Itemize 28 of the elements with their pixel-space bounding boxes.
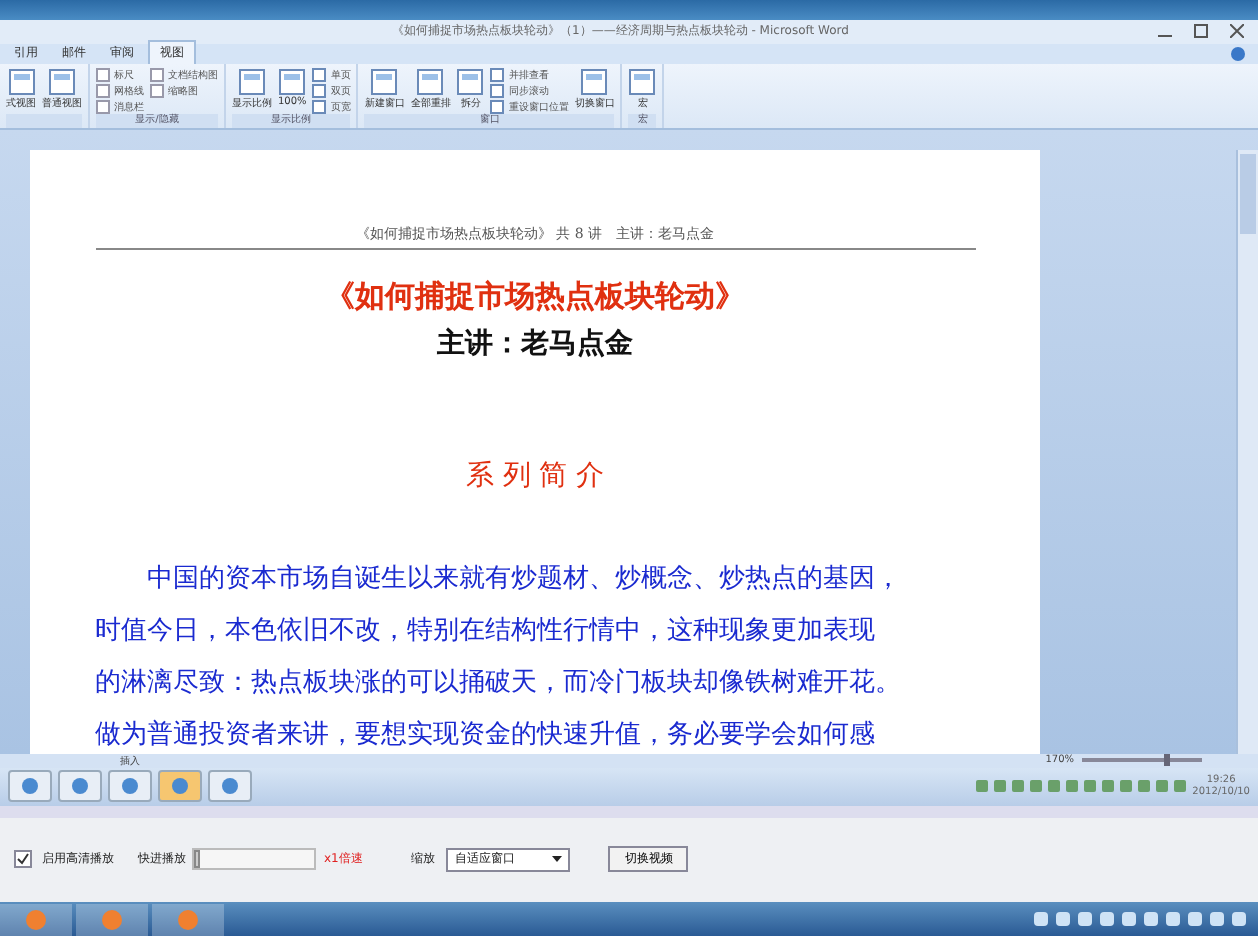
checkbox[interactable] — [96, 67, 110, 82]
slider-thumb[interactable] — [194, 850, 200, 869]
close-icon[interactable] — [1230, 23, 1246, 40]
taskbar-button[interactable] — [152, 903, 224, 936]
checkbox[interactable] — [14, 850, 32, 869]
checkbox[interactable] — [96, 83, 110, 98]
zoom-slider-thumb[interactable] — [1164, 754, 1170, 767]
paragraph-line: 做为普通投资者来讲，要想实现资金的快速升值，务必要学会如何感 — [95, 717, 877, 754]
maximize-icon[interactable] — [1194, 23, 1210, 40]
taskbar-button[interactable] — [8, 770, 52, 803]
taskbar-button[interactable] — [76, 903, 148, 936]
checkbox[interactable] — [150, 83, 164, 98]
document-subtitle: 主讲：老马点金 — [437, 325, 633, 362]
help-icon[interactable] — [1230, 45, 1246, 62]
taskbar-button[interactable] — [0, 903, 72, 936]
checkbox[interactable] — [150, 67, 164, 82]
paragraph-line: 中国的资本市场自诞生以来就有炒题材、炒概念、炒热点的基因， — [145, 561, 903, 598]
caret-icon — [552, 856, 563, 863]
scrollbar[interactable] — [1236, 149, 1258, 754]
section-heading: 系 列 简 介 — [465, 457, 605, 494]
paragraph-line: 的淋漓尽致：热点板块涨的可以捅破天，而冷门板块却像铁树难开花。 — [95, 665, 903, 702]
taskbar-button[interactable] — [208, 770, 252, 803]
taskbar-button[interactable] — [58, 770, 102, 803]
paragraph-line: 时值今日，本色依旧不改，特别在结构性行情中，这种现象更加表现 — [95, 613, 877, 650]
taskbar-button[interactable] — [108, 770, 152, 803]
document-title: 《如何捕捉市场热点板块轮动》 — [325, 277, 745, 316]
checkbox[interactable] — [96, 99, 110, 114]
taskbar-button[interactable] — [158, 770, 202, 803]
